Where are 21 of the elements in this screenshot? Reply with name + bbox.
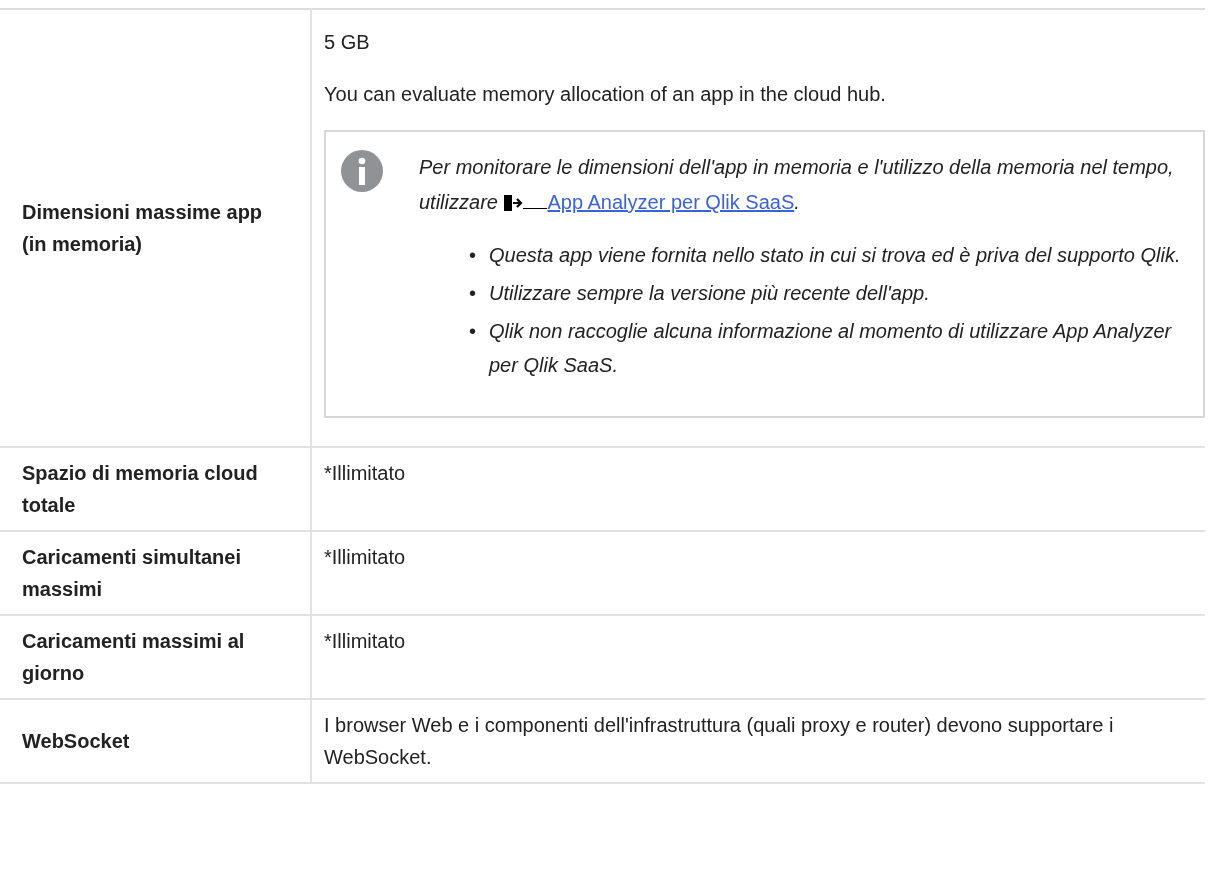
bullet-marker: • xyxy=(469,281,477,306)
info-icon xyxy=(341,150,383,192)
row-label: Spazio di memoria cloud totale xyxy=(0,447,311,531)
exit-arrow-icon xyxy=(503,194,524,212)
cell-text: *Illimitato xyxy=(324,545,407,570)
external-link[interactable]: App Analyzer per Qlik SaaS xyxy=(503,191,795,213)
bullet-item: Questa app viene fornita nello stato in cui si trova ed è priva del supporto Qlik. xyxy=(489,243,1182,268)
note-text: Per monitorare le dimensioni dell'app in memoria e l'utilizzo della memoria nel tempo, utilizzare App Analyzer per Qlik SaaS. xyxy=(419,155,1175,215)
row-label: WebSocket xyxy=(0,699,311,783)
bullet-item: Qlik non raccoglie alcuna informazione al momento di utilizzare App Analyzer per Qlik SaaS. xyxy=(489,319,1173,378)
cell-text: You can evaluate memory allocation of an app in the cloud hub. xyxy=(324,82,887,107)
cell-text: *Illimitato xyxy=(324,461,407,486)
bullet-marker: • xyxy=(469,243,477,268)
row-label: Caricamenti simultanei massimi xyxy=(0,531,311,615)
bullet-marker: • xyxy=(469,319,477,344)
cell-text: I browser Web e i componenti dell'infrastruttura (quali proxy e router) devono supportare i WebSocket. xyxy=(324,713,1115,770)
row-label: Caricamenti massimi al giorno xyxy=(0,615,311,699)
cell-text: 5 GB xyxy=(324,30,371,55)
cell-text: *Illimitato xyxy=(324,629,407,654)
bullet-item: Utilizzare sempre la versione più recente dell'app. xyxy=(489,281,931,306)
row-label: Dimensioni massime app (in memoria) xyxy=(0,9,311,447)
